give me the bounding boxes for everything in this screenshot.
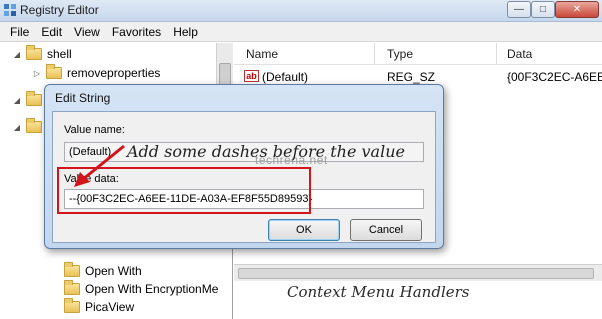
- menu-bar: File Edit View Favorites Help: [0, 22, 602, 42]
- folder-icon: [46, 64, 62, 79]
- scrollbar-thumb[interactable]: [238, 268, 594, 279]
- minimize-button[interactable]: —: [507, 1, 531, 18]
- column-divider[interactable]: [374, 43, 375, 65]
- tree-item-removeproperties[interactable]: ▷ removeproperties: [32, 64, 160, 82]
- menu-favorites[interactable]: Favorites: [106, 25, 167, 39]
- folder-icon: [64, 262, 80, 277]
- tree-item-shell[interactable]: ◢ shell: [12, 45, 72, 63]
- close-button[interactable]: ✕: [555, 1, 599, 18]
- value-data: {00F3C2EC-A6EE-: [507, 70, 602, 84]
- value-type: REG_SZ: [387, 70, 436, 84]
- cancel-button[interactable]: Cancel: [350, 219, 422, 241]
- expand-arrow-icon[interactable]: ▷: [32, 69, 42, 78]
- column-type[interactable]: Type: [387, 47, 413, 61]
- table-row[interactable]: ab (Default) REG_SZ {00F3C2EC-A6EE-: [234, 69, 602, 85]
- string-value-icon: ab: [244, 70, 259, 82]
- tree-item-label: Open With EncryptionMe: [85, 282, 219, 296]
- tree-item-collapsed[interactable]: ◢: [12, 91, 47, 109]
- list-header: Name Type Data: [234, 43, 602, 65]
- ok-button[interactable]: OK: [268, 219, 340, 241]
- folder-icon: [26, 91, 42, 106]
- tree-item-label: Open With: [85, 264, 142, 278]
- tree-item-open-with-encryptionme[interactable]: Open With EncryptionMe: [50, 280, 218, 298]
- menu-file[interactable]: File: [4, 25, 35, 39]
- column-name[interactable]: Name: [246, 47, 278, 61]
- tree-item-picaview[interactable]: PicaView: [50, 298, 134, 316]
- collapse-arrow-icon[interactable]: ◢: [12, 50, 22, 59]
- context-menu-handlers-caption: Context Menu Handlers: [287, 283, 470, 301]
- red-arrow-icon: [74, 144, 125, 187]
- window-title: Registry Editor: [20, 3, 99, 17]
- dialog-title: Edit String: [55, 91, 111, 105]
- column-divider[interactable]: [496, 43, 497, 65]
- value-name-label: Value name:: [64, 124, 125, 136]
- collapse-arrow-icon[interactable]: ◢: [12, 96, 22, 105]
- value-name: (Default): [262, 70, 309, 84]
- folder-icon: [64, 280, 80, 295]
- menu-view[interactable]: View: [68, 25, 106, 39]
- collapse-arrow-icon[interactable]: ◢: [12, 123, 22, 132]
- tree-item-label: removeproperties: [67, 66, 161, 80]
- column-data[interactable]: Data: [507, 47, 532, 61]
- tree-item-label: PicaView: [85, 300, 135, 314]
- tree-item-collapsed[interactable]: ◢: [12, 118, 47, 136]
- menu-help[interactable]: Help: [167, 25, 204, 39]
- maximize-button[interactable]: □: [531, 1, 555, 18]
- title-bar: Registry Editor — □ ✕: [0, 0, 602, 22]
- list-horizontal-scrollbar[interactable]: [234, 264, 602, 281]
- menu-edit[interactable]: Edit: [35, 25, 68, 39]
- tree-item-label: shell: [47, 47, 72, 61]
- tree-item-open-with[interactable]: Open With: [50, 262, 142, 280]
- registry-editor-icon: [4, 4, 16, 16]
- folder-icon: [64, 298, 80, 313]
- folder-icon: [26, 118, 42, 133]
- folder-icon: [26, 45, 42, 60]
- instruction-annotation: Add some dashes before the value: [127, 142, 405, 161]
